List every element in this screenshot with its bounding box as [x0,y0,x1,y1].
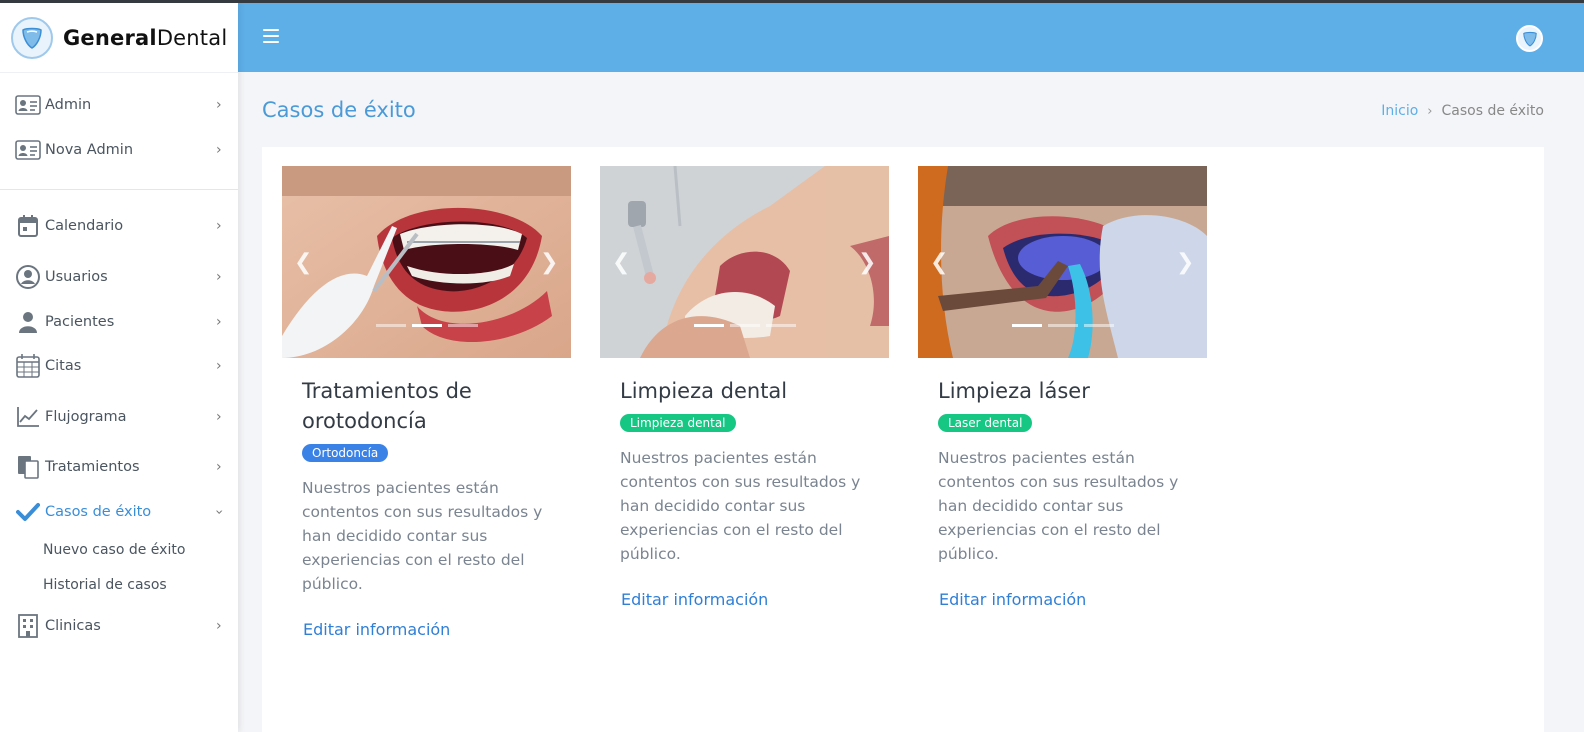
carousel-indicator[interactable] [765,324,796,327]
card-description: Nuestros pacientes están contentos con s… [302,479,543,593]
sidebar-item-label: Citas [45,358,82,374]
carousel-indicator[interactable] [1083,324,1114,327]
submenu-item-historial[interactable]: Historial de casos [43,577,167,593]
carousel-indicators [282,324,571,327]
top-header [238,3,1584,72]
user-avatar-icon[interactable] [1516,25,1543,52]
chevron-right-icon: › [1427,103,1433,119]
chevron-right-icon[interactable]: ❯ [858,250,876,275]
edit-info-link[interactable]: Editar información [621,590,768,609]
edit-info-link[interactable]: Editar información [303,620,450,639]
chevron-right-icon: › [216,97,222,113]
sidebar-item-label: Usuarios [45,269,108,285]
carousel-indicator[interactable] [411,324,442,327]
sidebar-item-nova-admin[interactable]: Nova Admin › [0,132,238,168]
sidebar-item-label: Flujograma [45,409,127,425]
case-card: ❮ ❯ Limpieza láser Laser dental Nuestros… [918,166,1207,609]
carousel-indicator[interactable] [729,324,760,327]
card-description: Nuestros pacientes están contentos con s… [620,449,861,563]
carousel-indicator[interactable] [1011,324,1042,327]
chevron-right-icon[interactable]: ❯ [1176,250,1194,275]
case-card: ❮ ❯ Limpieza dental Limpieza dental Nues… [600,166,889,609]
menu-icon[interactable] [263,29,279,43]
cleaning-photo [600,166,889,358]
chevron-right-icon: › [216,409,222,425]
id-card-icon [14,91,42,119]
card-title: Tratamientos de orotodoncía [302,379,472,433]
sidebar-item-label: Calendario [45,218,124,234]
category-badge: Laser dental [938,414,1033,432]
chevron-right-icon[interactable]: ❯ [540,250,558,275]
sidebar-item-calendario[interactable]: Calendario › [0,208,238,244]
submenu-item-nuevo-caso[interactable]: Nuevo caso de éxito [43,542,185,558]
carousel-indicator[interactable] [375,324,406,327]
chevron-right-icon: › [216,142,222,158]
chevron-right-icon: › [216,269,222,285]
image-carousel[interactable]: ❮ ❯ [918,166,1207,358]
carousel-indicators [600,324,889,327]
sidebar-divider [0,189,238,190]
top-border [0,0,1584,3]
chevron-left-icon[interactable]: ❮ [294,250,312,275]
sidebar-item-clinicas[interactable]: Clinicas › [0,608,238,644]
user-circle-icon [14,263,42,291]
card-title: Limpieza dental [620,379,788,403]
category-badge: Ortodoncía [302,444,389,462]
breadcrumb-current: Casos de éxito [1441,103,1544,119]
braces-photo [282,166,571,358]
sidebar-item-label: Casos de éxito [45,504,152,520]
sidebar-item-citas[interactable]: Citas › [0,348,238,384]
tooth-logo-icon [11,16,53,59]
person-icon [14,308,42,336]
case-card: ❮ ❯ Tratamientos de orotodoncía Ortodonc… [282,166,571,639]
brand-name: GeneralDental [63,25,228,50]
breadcrumb: Inicio › Casos de éxito [1381,103,1544,119]
carousel-indicator[interactable] [1047,324,1078,327]
chevron-right-icon: › [216,314,222,330]
edit-info-link[interactable]: Editar información [939,590,1086,609]
sidebar-item-flujograma[interactable]: Flujograma › [0,399,238,435]
brand[interactable]: GeneralDental [0,3,238,73]
building-icon [14,612,42,640]
chevron-left-icon[interactable]: ❮ [930,250,948,275]
chevron-right-icon: › [216,618,222,634]
line-chart-icon [14,403,42,431]
sidebar-item-label: Admin [45,97,92,113]
sidebar: GeneralDental Admin › Nova Admin › Calen… [0,3,238,732]
chevron-down-icon: › [210,509,227,515]
calendar-grid-icon [14,352,42,380]
sidebar-item-pacientes[interactable]: Pacientes › [0,304,238,340]
carousel-indicators [918,324,1207,327]
chevron-right-icon: › [216,358,222,374]
chevron-right-icon: › [216,459,222,475]
sidebar-item-label: Tratamientos [45,459,140,475]
sidebar-item-casos-de-exito[interactable]: Casos de éxito › [0,494,238,530]
sidebar-item-label: Clinicas [45,618,101,634]
calendar-icon [14,212,42,240]
breadcrumb-home-link[interactable]: Inicio [1381,103,1418,119]
sidebar-item-admin[interactable]: Admin › [0,87,238,123]
carousel-indicator[interactable] [693,324,724,327]
sidebar-item-tratamientos[interactable]: Tratamientos › [0,449,238,485]
cases-panel: ❮ ❯ Tratamientos de orotodoncía Ortodonc… [262,147,1544,732]
page-title: Casos de éxito [262,98,416,122]
image-carousel[interactable]: ❮ ❯ [282,166,571,358]
carousel-indicator[interactable] [447,324,478,327]
sidebar-item-label: Pacientes [45,314,115,330]
sidebar-item-label: Nova Admin [45,142,134,158]
chevron-left-icon[interactable]: ❮ [612,250,630,275]
checkmark-icon [14,498,42,526]
sidebar-item-usuarios[interactable]: Usuarios › [0,259,238,295]
card-description: Nuestros pacientes están contentos con s… [938,449,1179,563]
image-carousel[interactable]: ❮ ❯ [600,166,889,358]
documents-icon [14,453,42,481]
category-badge: Limpieza dental [620,414,736,432]
id-card-icon [14,136,42,164]
laser-photo [918,166,1207,358]
card-title: Limpieza láser [938,379,1090,403]
chevron-right-icon: › [216,218,222,234]
